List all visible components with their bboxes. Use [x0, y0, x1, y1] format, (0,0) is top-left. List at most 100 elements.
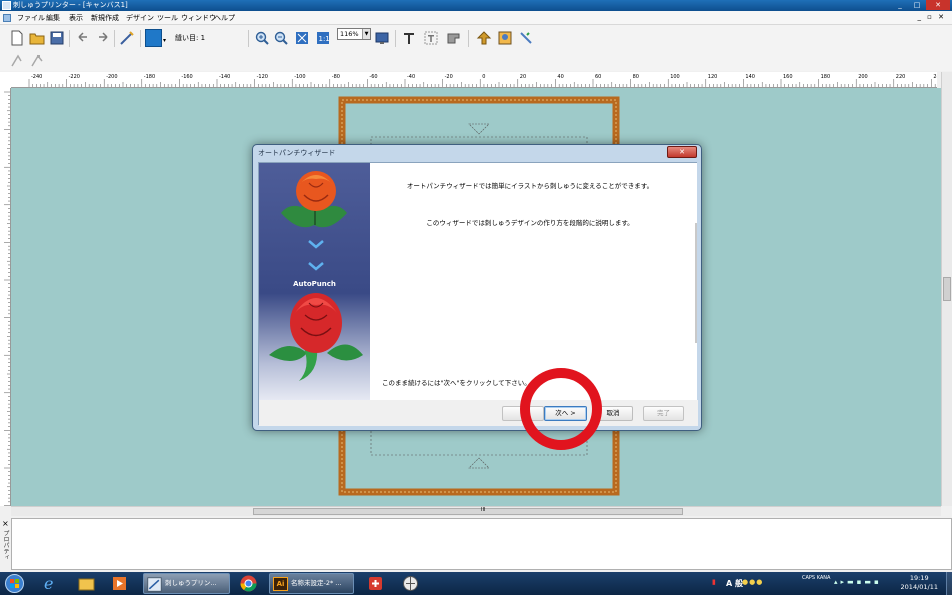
tools-icon[interactable] — [518, 30, 534, 46]
ruler-label: -80 — [332, 74, 340, 80]
media-player-icon[interactable] — [110, 574, 129, 593]
new-icon[interactable] — [9, 30, 25, 46]
ruler-label: -100 — [294, 74, 305, 80]
wizard-message-continue: このまま続けるには"次へ"をクリックして下さい。 — [382, 379, 531, 387]
wizard-side-image: AutoPunch — [259, 163, 370, 400]
ruler-label: 160 — [783, 74, 793, 80]
explorer-icon[interactable] — [77, 574, 96, 593]
pointer-icon[interactable] — [9, 53, 25, 69]
property-area — [11, 518, 952, 570]
start-button[interactable] — [5, 574, 24, 593]
ruler-label: -180 — [144, 74, 155, 80]
horizontal-scroll-thumb[interactable] — [253, 508, 683, 515]
bottom-marker-icon — [468, 457, 490, 469]
ruler-label: 140 — [745, 74, 755, 80]
svg-text:1:1: 1:1 — [319, 35, 330, 43]
redo-icon[interactable] — [95, 30, 111, 46]
menu-help[interactable]: ヘルプ — [214, 13, 235, 23]
chrome-icon[interactable] — [239, 574, 258, 593]
zoom-in-icon[interactable] — [254, 30, 270, 46]
clock-time: 19:19 — [909, 574, 929, 582]
ruler-label: 100 — [670, 74, 680, 80]
taskbar-app-illustrator[interactable]: Ai 名称未設定-2* ... — [269, 573, 354, 594]
menu-bar: ファイル 編集 表示 新規作成 デザイン ツール ウィンドウ ヘルプ _ ▫ ✕ — [0, 11, 952, 25]
vertical-scrollbar[interactable] — [941, 72, 952, 506]
highlight-circle — [520, 368, 602, 450]
taskbar-app-embroidery[interactable]: 刺しゅうプリン... — [143, 573, 230, 594]
embroidery-app-icon — [147, 577, 162, 592]
finish-button[interactable]: 完了 — [643, 406, 684, 421]
svg-text:e: e — [44, 574, 53, 593]
panel-side-label: プロパティ — [2, 530, 9, 560]
horizontal-scrollbar[interactable]: III — [11, 506, 941, 516]
close-button[interactable]: ✕ — [926, 0, 950, 10]
color-swatch[interactable] — [145, 29, 162, 47]
system-tray: ▮ A 般 ●●● CAPS KANA ▴▸▬▪▬▪ 19:19 2014/01… — [702, 572, 952, 595]
magic-wand-icon[interactable] — [119, 30, 135, 46]
menu-new[interactable]: 新規作成 — [91, 13, 119, 23]
caps-kana-indicator: CAPS KANA — [802, 575, 831, 581]
ruler-label: 180 — [821, 74, 831, 80]
upload-icon[interactable] — [476, 30, 492, 46]
zoom-value: 116% — [340, 30, 359, 38]
open-icon[interactable] — [29, 30, 45, 46]
arrow-down-icon — [308, 262, 324, 271]
ruler-label: -160 — [181, 74, 192, 80]
taskbar: e 刺しゅうプリン... Ai 名称未設定-2* ... ▮ A 般 ●●● C… — [0, 572, 952, 595]
text-frame-icon[interactable] — [423, 30, 439, 46]
wizard-message-intro: オートパンチウィザードでは簡単にイラストから刺しゅうに変えることができます。 — [406, 182, 654, 190]
autopunch-wizard-dialog: オートパンチウィザード ✕ AutoPunch オートパンチウィザードでは簡単に… — [252, 144, 702, 431]
undo-icon[interactable] — [75, 30, 91, 46]
window-titlebar[interactable]: 刺しゅうプリンター - [キャンバス1] _ □ ✕ — [0, 0, 952, 11]
menu-design[interactable]: デザイン — [126, 13, 154, 23]
menu-view[interactable]: 表示 — [69, 13, 83, 23]
document-icon[interactable] — [3, 14, 11, 22]
monitor-icon[interactable] — [374, 30, 390, 46]
app-icon[interactable] — [2, 1, 11, 10]
dialog-close-button[interactable]: ✕ — [667, 146, 697, 158]
menu-file[interactable]: ファイル — [17, 13, 45, 23]
ruler-label: 40 — [557, 74, 563, 80]
ruler-label: 120 — [708, 74, 718, 80]
menu-edit[interactable]: 編集 — [46, 13, 60, 23]
clock[interactable]: 19:19 2014/01/11 — [901, 574, 938, 592]
ruler-label: -20 — [445, 74, 453, 80]
menu-window[interactable]: ウィンドウ — [181, 13, 216, 23]
flag-icon[interactable]: ▮ — [712, 578, 716, 586]
clock-date: 2014/01/11 — [900, 583, 938, 591]
stitch-label: 縫い目: 1 — [175, 34, 206, 42]
save-icon[interactable] — [49, 30, 65, 46]
vertical-scroll-thumb[interactable] — [943, 277, 951, 301]
ie-icon[interactable]: e — [41, 574, 60, 593]
zoom-fit-icon[interactable] — [294, 30, 310, 46]
autopunch-label: AutoPunch — [293, 280, 336, 288]
vertical-ruler — [0, 88, 11, 506]
zoom-actual-icon[interactable]: 1:1 — [315, 30, 331, 46]
main-toolbar: ▾ 縫い目: 1 1:1 116% ▼ — [0, 25, 952, 51]
chevron-down-icon[interactable]: ▼ — [362, 29, 370, 39]
dialog-title: オートパンチウィザード — [258, 149, 336, 157]
zoom-select[interactable]: 116% ▼ — [337, 28, 371, 40]
sewing-machine-icon[interactable] — [446, 30, 462, 46]
red-app-icon[interactable] — [366, 574, 385, 593]
ruler-label: 220 — [896, 74, 906, 80]
property-panel: × プロパティ — [0, 516, 952, 572]
image-icon[interactable] — [497, 30, 513, 46]
tray-icons[interactable]: ▴▸▬▪▬▪ — [834, 578, 882, 586]
ruler-label: 240 — [933, 74, 937, 80]
show-desktop-button[interactable] — [946, 572, 952, 595]
ime-tools-icon[interactable]: ●●● — [742, 578, 763, 586]
mdi-controls[interactable]: _ ▫ ✕ — [917, 13, 946, 21]
minimize-button[interactable]: _ — [892, 0, 908, 10]
panel-close-button[interactable]: × — [2, 519, 9, 528]
maximize-button[interactable]: □ — [909, 0, 925, 10]
ruler-label: -140 — [219, 74, 230, 80]
color-dropdown-icon[interactable]: ▾ — [163, 37, 166, 44]
taskbar-app-label: 名称未設定-2* ... — [291, 579, 342, 587]
menu-tools[interactable]: ツール — [157, 13, 178, 23]
text-icon[interactable] — [401, 30, 417, 46]
ime-indicator[interactable]: A 般 — [726, 578, 743, 589]
zoom-out-icon[interactable] — [273, 30, 289, 46]
node-icon[interactable] — [29, 53, 45, 69]
globe-icon[interactable] — [401, 574, 420, 593]
